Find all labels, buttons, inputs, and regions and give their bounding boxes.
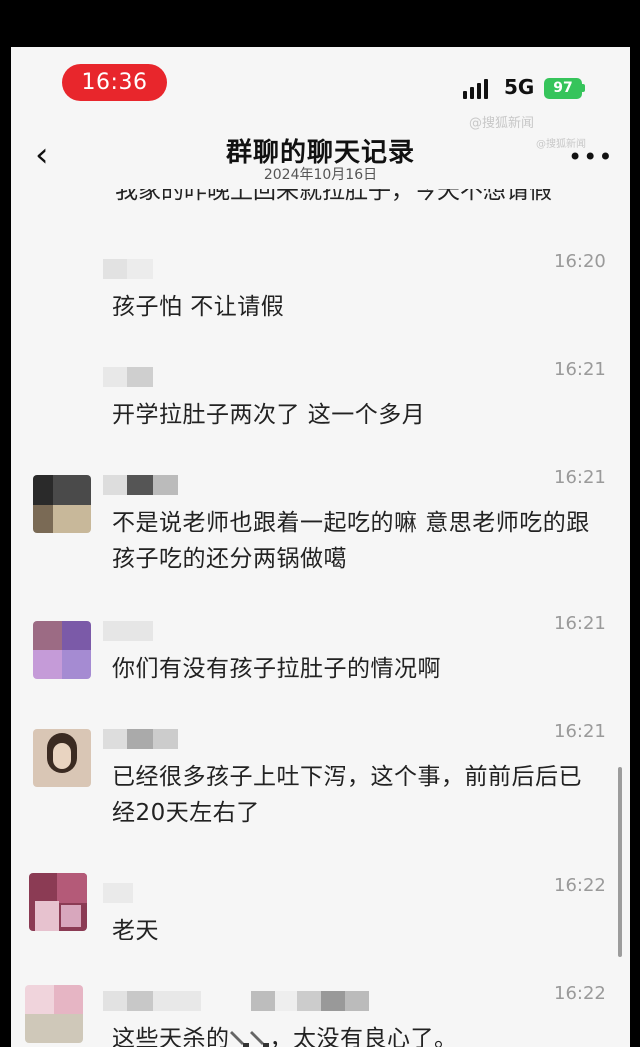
message-time: 16:20 (554, 251, 606, 272)
message-text: 孩子怕 不让请假 (112, 294, 285, 320)
chat-history[interactable]: 我家的昨晚上回来就拉肚子，今天不想请假 16:20 孩子怕 不让请假 16:21… (11, 189, 630, 1047)
avatar[interactable] (25, 985, 83, 1043)
battery-icon: 97 (544, 78, 582, 99)
avatar[interactable] (33, 475, 91, 533)
avatar[interactable] (33, 729, 91, 787)
signal-icon (463, 79, 495, 99)
message-text-cut: 我家的昨晚上回来就拉肚子，今天不想请假 (115, 189, 552, 204)
message-text: 老天 (112, 918, 159, 944)
phone-screen: 16:36 5G 97 @搜狐新闻 @搜狐新闻 ‹ 群聊的聊天记录 2024年1… (11, 47, 630, 1047)
sender-name-blurred (103, 259, 153, 279)
avatar[interactable] (29, 873, 87, 931)
knife-icon (249, 1031, 269, 1047)
message-text: 已经很多孩子上吐下泻，这个事，前前后后已经20天左右了 (112, 764, 582, 826)
knife-icon (229, 1031, 249, 1047)
message-time: 16:22 (554, 875, 606, 896)
message-text-part: ，太没有良心了。 (269, 1026, 458, 1047)
sender-name-blurred (103, 991, 369, 1011)
message-text: 你们有没有孩子拉肚子的情况啊 (112, 656, 441, 682)
status-bar: 16:36 5G 97 @搜狐新闻 @搜狐新闻 (11, 47, 630, 150)
more-dots-icon[interactable]: ••• (568, 143, 613, 171)
battery-tip (582, 84, 585, 92)
chat-header: ‹ 群聊的聊天记录 2024年10月16日 ••• (11, 127, 630, 189)
scrollbar[interactable] (618, 767, 622, 957)
sender-name-blurred (103, 367, 153, 387)
message-time: 16:21 (554, 467, 606, 488)
message-time: 16:22 (554, 983, 606, 1004)
message-time: 16:21 (554, 721, 606, 742)
status-time: 16:36 (62, 64, 167, 101)
sender-name-blurred (103, 883, 133, 903)
message-time: 16:21 (554, 613, 606, 634)
message-text-part: 这些天杀的 (112, 1026, 230, 1047)
sender-name-blurred (103, 621, 153, 641)
message-text: 开学拉肚子两次了 这一个多月 (112, 402, 426, 428)
sender-name-blurred (103, 729, 178, 749)
message-text: 不是说老师也跟着一起吃的嘛 意思老师吃的跟孩子吃的还分两锅做噶 (112, 510, 590, 572)
sender-name-blurred (103, 475, 178, 495)
message-text: 这些天杀的 ，太没有良心了。 (112, 1021, 602, 1047)
avatar[interactable] (33, 621, 91, 679)
message-time: 16:21 (554, 359, 606, 380)
network-type: 5G (504, 75, 535, 99)
battery-level: 97 (553, 80, 573, 96)
page-subtitle: 2024年10月16日 (263, 167, 378, 183)
